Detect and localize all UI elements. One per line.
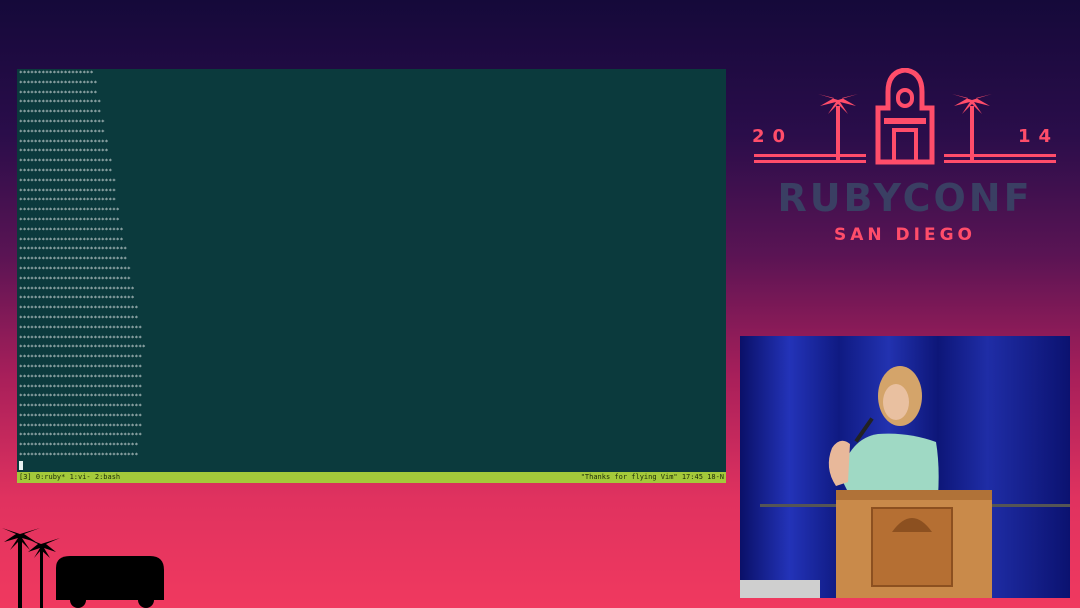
tmux-status-right: "Thanks for flying Vim" 17:45 18-N bbox=[580, 473, 724, 481]
terminal-line: ********************************* bbox=[19, 383, 142, 391]
terminal-line: ******************************** bbox=[19, 305, 139, 313]
terminal-line: ************************* bbox=[19, 167, 113, 175]
terminal-line: **************************** bbox=[19, 236, 124, 244]
terminal-line: ***************************** bbox=[19, 246, 128, 254]
terminal-line: ******************************* bbox=[19, 285, 135, 293]
terminal-line: ********************************* bbox=[19, 363, 142, 371]
logo-year-right: 14 bbox=[1018, 126, 1060, 147]
terminal-line: ************************* bbox=[19, 158, 113, 166]
terminal-line: ********************** bbox=[19, 99, 101, 107]
terminal-line: ************************** bbox=[19, 197, 116, 205]
terminal-line: *************************** bbox=[19, 207, 120, 215]
terminal-cursor bbox=[19, 461, 23, 470]
speaker-video bbox=[740, 336, 1070, 598]
terminal-line: ************************** bbox=[19, 177, 116, 185]
terminal-line: ******************************* bbox=[19, 295, 135, 303]
terminal-output: ******************** ********************… bbox=[19, 69, 219, 461]
terminal-line: ********************************* bbox=[19, 422, 142, 430]
terminal-line: ********************************* bbox=[19, 334, 142, 342]
rubyconf-logo: 20 14 RUBYCONF SAN DIEGO bbox=[748, 68, 1062, 258]
terminal-line: ******************** bbox=[19, 70, 94, 77]
terminal-line: ********************************* bbox=[19, 373, 142, 381]
terminal-line: ***************************** bbox=[19, 256, 128, 264]
terminal-line: ********************************* bbox=[19, 324, 142, 332]
terminal-line: ********************************* bbox=[19, 393, 142, 401]
terminal-line: ************************ bbox=[19, 138, 109, 146]
terminal-line: ************************ bbox=[19, 148, 109, 156]
terminal-line: ************************** bbox=[19, 187, 116, 195]
terminal-line: ********************* bbox=[19, 79, 98, 87]
logo-title: RUBYCONF bbox=[777, 176, 1033, 220]
terminal-line: *********************** bbox=[19, 128, 105, 136]
terminal-line: ********************************* bbox=[19, 354, 142, 362]
terminal-line: ****************************** bbox=[19, 265, 131, 273]
logo-year-left: 20 bbox=[752, 126, 794, 147]
terminal-line: ********************************* bbox=[19, 412, 142, 420]
terminal-line: ******************************** bbox=[19, 314, 139, 322]
terminal-line: ********************************** bbox=[19, 344, 146, 352]
terminal-line: ******************************** bbox=[19, 452, 139, 460]
tmux-status-bar: [3] 0:ruby* 1:vi- 2:bash "Thanks for fly… bbox=[17, 472, 726, 483]
terminal-line: ******************************** bbox=[19, 442, 139, 450]
terminal-line: ********************** bbox=[19, 109, 101, 117]
terminal-line: ****************************** bbox=[19, 275, 131, 283]
terminal-line: ********************************* bbox=[19, 432, 142, 440]
terminal-line: **************************** bbox=[19, 226, 124, 234]
mission-palms-icon bbox=[754, 68, 1056, 165]
speaker-scene-image bbox=[740, 336, 1070, 598]
terminal-window[interactable]: ******************** ********************… bbox=[17, 69, 726, 483]
palm-bus-icon bbox=[2, 528, 164, 608]
terminal-line: *************************** bbox=[19, 216, 120, 224]
terminal-line: ********************* bbox=[19, 89, 98, 97]
logo-city: SAN DIEGO bbox=[833, 225, 976, 245]
terminal-line: *********************** bbox=[19, 118, 105, 126]
tmux-window-list[interactable]: [3] 0:ruby* 1:vi- 2:bash bbox=[19, 472, 120, 483]
terminal-line: ********************************* bbox=[19, 403, 142, 411]
